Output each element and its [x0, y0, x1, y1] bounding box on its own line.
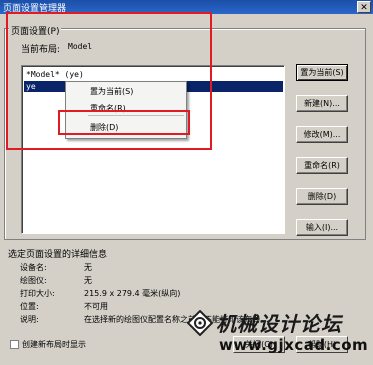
highlight-box-delete: [58, 110, 190, 135]
detail-value-location: 不可用: [84, 302, 108, 311]
close-icon[interactable]: ✕: [357, 1, 371, 13]
import-button[interactable]: 输入(I)...: [296, 219, 348, 236]
detail-value-plot-size: 215.9 x 279.4 毫米(纵向): [84, 289, 181, 298]
detail-label-description: 说明:: [20, 315, 39, 324]
detail-label-plotter: 绘图仪:: [20, 276, 47, 285]
details-heading: 选定页面设置的详细信息: [8, 250, 108, 260]
detail-label-device: 设备名:: [20, 263, 47, 272]
rename-button[interactable]: 重命名(R): [296, 157, 348, 174]
gear-logo-icon: [187, 310, 213, 336]
modify-button[interactable]: 修改(M)...: [296, 126, 348, 143]
detail-value-device: 无: [84, 263, 92, 272]
show-on-new-layout-checkbox[interactable]: [10, 340, 19, 349]
watermark-url: www.gjxcad.com: [219, 336, 369, 354]
watermark: 机械设计论坛 www.gjxcad.com: [187, 306, 369, 360]
set-current-button[interactable]: 置为当前(S): [296, 64, 348, 81]
new-button[interactable]: 新建(N)...: [296, 95, 348, 112]
watermark-text: 机械设计论坛: [216, 312, 342, 336]
detail-label-plot-size: 打印大小:: [20, 289, 55, 298]
detail-value-plotter: 无: [84, 276, 92, 285]
detail-label-location: 位置:: [20, 302, 39, 311]
delete-button[interactable]: 删除(D): [296, 188, 348, 205]
show-on-new-layout-label: 创建新布局时显示: [22, 340, 86, 349]
